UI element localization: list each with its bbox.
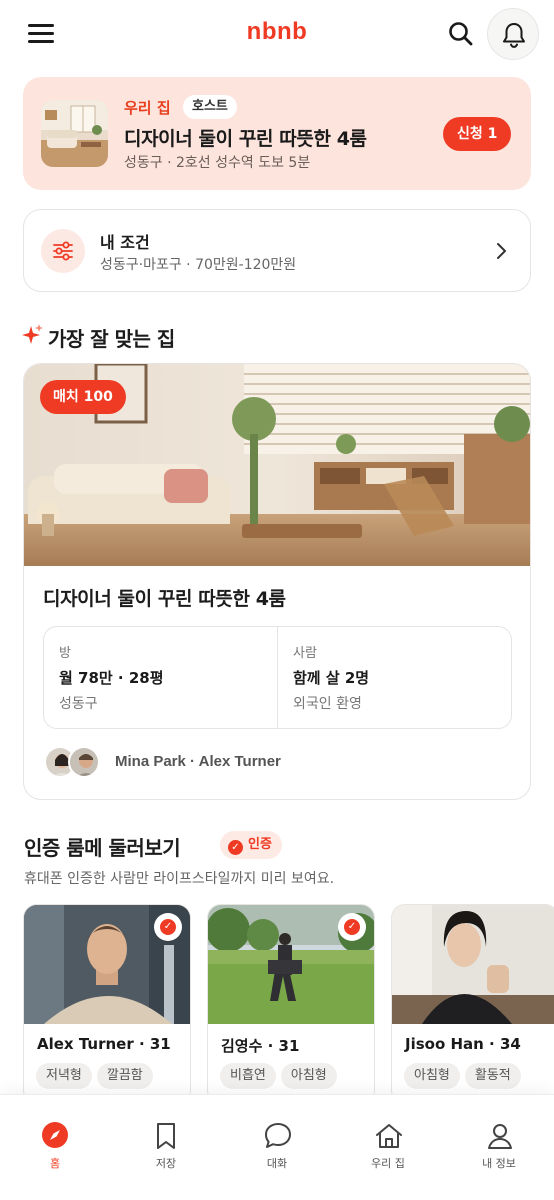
nav-label: 대화 bbox=[266, 1157, 288, 1170]
lifestyle-tag: 아침형 bbox=[404, 1063, 460, 1089]
verified-description: 휴대폰 인증한 사람만 라이프스타일까지 미리 보여요. bbox=[24, 871, 335, 887]
roommate-card[interactable]: Jisoo Han · 34 아침형 활동적 bbox=[391, 904, 554, 1094]
verified-check-icon: ✓ bbox=[338, 913, 366, 941]
nav-chat[interactable]: 대화 bbox=[222, 1095, 332, 1200]
foreigner-welcome: 외국인 환영 bbox=[293, 696, 362, 712]
host-badge: 호스트 bbox=[183, 95, 237, 119]
people-info: 사람 함께 살 2명 외국인 환영 bbox=[278, 627, 512, 728]
room-info: 방 월 78만 · 28평 성동구 bbox=[44, 627, 278, 728]
roommate-photo bbox=[392, 905, 554, 1024]
application-count-badge[interactable]: 신청 1 bbox=[443, 117, 512, 151]
best-match-heading: 가장 잘 맞는 집 bbox=[48, 327, 175, 351]
lifestyle-tag: 활동적 bbox=[464, 1063, 521, 1089]
verified-check-icon: ✓ bbox=[154, 913, 182, 941]
roommate-card[interactable]: ✓ Alex Turner · 31 저녁형 깔끔함 bbox=[23, 904, 191, 1094]
lifestyle-tag: 저녁형 bbox=[36, 1063, 92, 1089]
lifestyle-tag: 비흡연 bbox=[220, 1063, 276, 1089]
best-match-listing-card[interactable]: 매치 100 디자이너 둘이 꾸린 따뜻한 4룸 방 월 78만 · 28평 성… bbox=[23, 363, 531, 800]
nav-profile[interactable]: 내 정보 bbox=[444, 1095, 554, 1200]
lifestyle-tag: 깔끔함 bbox=[96, 1063, 153, 1089]
filter-icon bbox=[41, 229, 85, 273]
roommate-name: Alex Turner · 31 bbox=[37, 1035, 171, 1053]
nav-label: 저장 bbox=[155, 1157, 177, 1170]
chat-icon bbox=[265, 1123, 291, 1148]
conditions-summary: 성동구·마포구 · 70만원-120만원 bbox=[100, 257, 297, 273]
nav-home[interactable]: 홈 bbox=[0, 1095, 110, 1200]
housemate-count: 함께 살 2명 bbox=[293, 669, 370, 687]
nav-label: 내 정보 bbox=[482, 1157, 516, 1170]
search-icon[interactable] bbox=[446, 19, 476, 49]
sparkle-icon bbox=[22, 323, 44, 351]
nav-saved[interactable]: 저장 bbox=[111, 1095, 221, 1200]
bell-icon[interactable] bbox=[487, 8, 539, 60]
people-label: 사람 bbox=[293, 646, 317, 661]
match-score-badge: 매치 100 bbox=[40, 380, 126, 414]
chevron-right-icon bbox=[494, 241, 508, 265]
lifestyle-tag: 아침형 bbox=[280, 1063, 337, 1089]
nav-label: 우리 집 bbox=[371, 1157, 405, 1170]
roommate-name: Jisoo Han · 34 bbox=[405, 1035, 521, 1053]
avatar bbox=[68, 746, 100, 778]
bookmark-icon bbox=[157, 1123, 175, 1149]
room-price-size: 월 78만 · 28평 bbox=[59, 669, 164, 687]
check-icon: ✓ bbox=[228, 840, 243, 855]
resident-names: Mina Park · Alex Turner bbox=[115, 753, 281, 770]
profile-icon bbox=[488, 1124, 512, 1149]
nav-my-home[interactable]: 우리 집 bbox=[333, 1095, 443, 1200]
app-header: nbnb bbox=[0, 0, 554, 68]
my-conditions-card[interactable]: 내 조건 성동구·마포구 · 70만원-120만원 bbox=[23, 209, 531, 292]
lifestyle-tags: 비흡연 아침형 bbox=[220, 1063, 342, 1089]
verified-badge: ✓ 인증 bbox=[220, 831, 282, 859]
conditions-title: 내 조건 bbox=[100, 233, 150, 252]
compass-icon bbox=[42, 1122, 68, 1148]
bottom-navigation: 홈 저장 대화 우리 집 내 정보 bbox=[0, 1094, 554, 1200]
roommate-carousel[interactable]: ✓ Alex Turner · 31 저녁형 깔끔함 ✓ 김영수 · 31 비흡… bbox=[23, 904, 554, 1094]
home-title: 디자이너 둘이 꾸린 따뜻한 4룸 bbox=[124, 128, 367, 150]
home-icon bbox=[376, 1124, 402, 1148]
lifestyle-tags: 아침형 활동적 bbox=[404, 1063, 526, 1089]
verified-roommates-heading: 인증 룸메 둘러보기 bbox=[24, 836, 181, 860]
listing-info-box: 방 월 78만 · 28평 성동구 사람 함께 살 2명 외국인 환영 bbox=[43, 626, 512, 729]
listing-title: 디자이너 둘이 꾸린 따뜻한 4룸 bbox=[43, 588, 286, 610]
nav-label: 홈 bbox=[49, 1157, 61, 1170]
room-label: 방 bbox=[59, 646, 71, 661]
roommate-card[interactable]: ✓ 김영수 · 31 비흡연 아침형 bbox=[207, 904, 375, 1094]
home-tag: 우리 집 bbox=[124, 99, 171, 117]
home-thumbnail bbox=[41, 100, 108, 167]
home-location: 성동구 · 2호선 성수역 도보 5분 bbox=[124, 155, 311, 171]
lifestyle-tags: 저녁형 깔끔함 bbox=[36, 1063, 158, 1089]
room-district: 성동구 bbox=[59, 696, 98, 712]
verified-badge-label: 인증 bbox=[248, 837, 272, 852]
roommate-name: 김영수 · 31 bbox=[221, 1037, 300, 1055]
my-home-card[interactable]: 우리 집 호스트 디자이너 둘이 꾸린 따뜻한 4룸 성동구 · 2호선 성수역… bbox=[23, 77, 531, 190]
